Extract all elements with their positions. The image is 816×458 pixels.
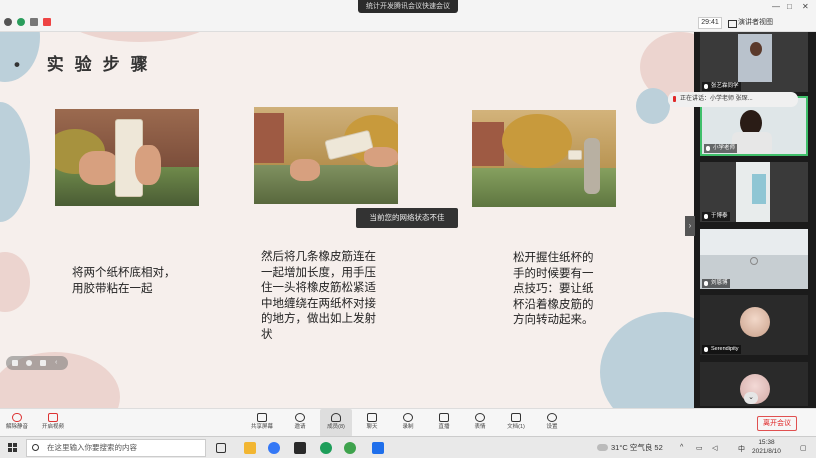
- live-icon: [439, 413, 449, 422]
- ime-indicator[interactable]: 中: [738, 444, 745, 454]
- participant-tile[interactable]: 刘恩博: [700, 229, 808, 289]
- decor-blob-pink-left: [0, 252, 30, 312]
- microphone-muted-icon: [12, 413, 22, 422]
- notification-icon[interactable]: ▢: [800, 444, 807, 452]
- record-icon: [403, 413, 413, 422]
- step-1-caption: 将两个纸杯底相对， 用胶带粘在一起: [72, 267, 176, 295]
- signal-icon[interactable]: [30, 18, 38, 26]
- task-view-icon[interactable]: [216, 443, 226, 453]
- participant-tile[interactable]: 于博泰: [700, 162, 808, 222]
- network-icon[interactable]: ▭: [696, 444, 703, 452]
- search-icon: [32, 444, 39, 451]
- decor-blob-blue-bottom-right: [600, 312, 694, 408]
- step-3-caption: 松开握住纸杯的 手的时候要有一 点技巧：要让纸 杯沿着橡皮筋的 方向转动起来。: [513, 252, 594, 326]
- chat-icon: [367, 413, 377, 422]
- shared-slide: • 实验步骤 将两个纸杯底相对， 用胶带粘在一起 然后将几条橡皮筋连在 一起增加…: [0, 32, 694, 408]
- weather-widget[interactable]: 31°C 空气良 52: [597, 441, 663, 455]
- settings-icon: [547, 413, 557, 422]
- participant-tile[interactable]: Serendipity: [700, 295, 808, 355]
- emoji-button[interactable]: 表情: [470, 409, 490, 437]
- close-button[interactable]: ✕: [802, 2, 809, 11]
- windows-start-icon[interactable]: [8, 443, 18, 453]
- file-explorer-icon[interactable]: [244, 442, 256, 454]
- participant-name: 小学老师: [704, 144, 738, 153]
- record-button[interactable]: 录制: [398, 409, 418, 437]
- live-button[interactable]: 直播: [434, 409, 454, 437]
- members-icon: [331, 413, 341, 422]
- participant-name: 于博泰: [702, 212, 730, 221]
- screen: 统计开发腾讯会议快速会议 29:41 演讲者视图 — □ ✕ • 实验步骤 将两…: [0, 0, 816, 458]
- app-icon[interactable]: [43, 18, 51, 26]
- participant-name: 张艺霖同学: [702, 82, 741, 91]
- experiment-photo-3: [472, 110, 616, 207]
- meeting-toolbar: 解除静音 开启视频 共享屏幕 邀请 成员(8) 聊天 录制 直播 表情 文档(1…: [0, 408, 816, 437]
- info-icon[interactable]: [4, 18, 12, 26]
- avatar: [740, 307, 770, 337]
- settings-button[interactable]: 设置: [542, 409, 562, 437]
- start-video-button[interactable]: 开启视频: [40, 409, 66, 437]
- top-left-icons: [4, 18, 51, 26]
- maximize-button[interactable]: □: [787, 2, 792, 11]
- share-screen-button[interactable]: 共享屏幕: [250, 409, 274, 437]
- speaking-indicator: 正在讲话：小学老师 张琛...: [668, 92, 798, 107]
- emoji-icon: [475, 413, 485, 422]
- grid-icon[interactable]: [12, 360, 18, 366]
- prev-slide-icon[interactable]: ‹: [55, 359, 61, 366]
- decor-blob-blue-right: [636, 88, 670, 124]
- invite-button[interactable]: 邀请: [290, 409, 310, 437]
- members-button[interactable]: 成员(8): [320, 409, 352, 437]
- minimize-button[interactable]: —: [772, 2, 780, 11]
- leave-meeting-button[interactable]: 离开会议: [757, 416, 797, 431]
- participant-tile[interactable]: 张艺霖同学: [700, 32, 808, 92]
- share-screen-icon: [257, 413, 267, 422]
- camera-off-icon: [48, 413, 58, 422]
- window-title: 统计开发腾讯会议快速会议: [358, 0, 458, 13]
- paper-cup: [568, 150, 582, 160]
- tencent-meeting-icon[interactable]: [372, 442, 384, 454]
- scroll-down-button[interactable]: ⌄: [744, 392, 758, 404]
- system-clock[interactable]: 15:38 2021/8/10: [752, 438, 781, 456]
- mail-icon[interactable]: [294, 442, 306, 454]
- experiment-photo-1: [55, 109, 199, 206]
- slide-title: • 实验步骤: [14, 55, 159, 74]
- document-button[interactable]: 文档(1): [504, 409, 528, 437]
- invite-icon: [295, 413, 305, 422]
- unmute-button[interactable]: 解除静音: [4, 409, 30, 437]
- chevron-up-icon[interactable]: ^: [680, 444, 683, 451]
- view-switch-button[interactable]: 演讲者视图: [728, 17, 773, 29]
- shield-icon[interactable]: [17, 18, 25, 26]
- collapse-panel-button[interactable]: ›: [685, 216, 695, 236]
- experiment-photo-2: [254, 107, 398, 204]
- chat-button[interactable]: 聊天: [362, 409, 382, 437]
- volume-icon[interactable]: ◁: [712, 444, 717, 452]
- meeting-timer: 29:41: [698, 17, 722, 29]
- wechat-icon[interactable]: [344, 442, 356, 454]
- windows-taskbar: 在这里输入你要搜索的内容 31°C 空气良 52 ^ ▭ ◁ 中 15:38 2…: [0, 436, 816, 458]
- pointer-icon[interactable]: [26, 360, 32, 366]
- document-icon: [511, 413, 521, 422]
- network-warning-toast: 当前您的网络状态不佳: [356, 208, 458, 228]
- participant-name: Serendipity: [702, 345, 741, 354]
- window-top-bar: 统计开发腾讯会议快速会议 29:41 演讲者视图 — □ ✕: [0, 0, 816, 32]
- decor-blob-blue-left: [0, 102, 30, 222]
- step-2-caption: 然后将几条橡皮筋连在 一起增加长度，用手压 住一头将橡皮筋松紧适 中地缠绕在两纸…: [261, 251, 376, 341]
- pen-icon[interactable]: [40, 360, 46, 366]
- decor-blob-pink-top: [60, 32, 220, 42]
- browser-icon[interactable]: [268, 442, 280, 454]
- taskbar-search-input[interactable]: 在这里输入你要搜索的内容: [26, 439, 206, 457]
- participant-name: 刘恩博: [702, 279, 730, 288]
- slide-controls[interactable]: ‹: [6, 356, 68, 370]
- edge-icon[interactable]: [320, 442, 332, 454]
